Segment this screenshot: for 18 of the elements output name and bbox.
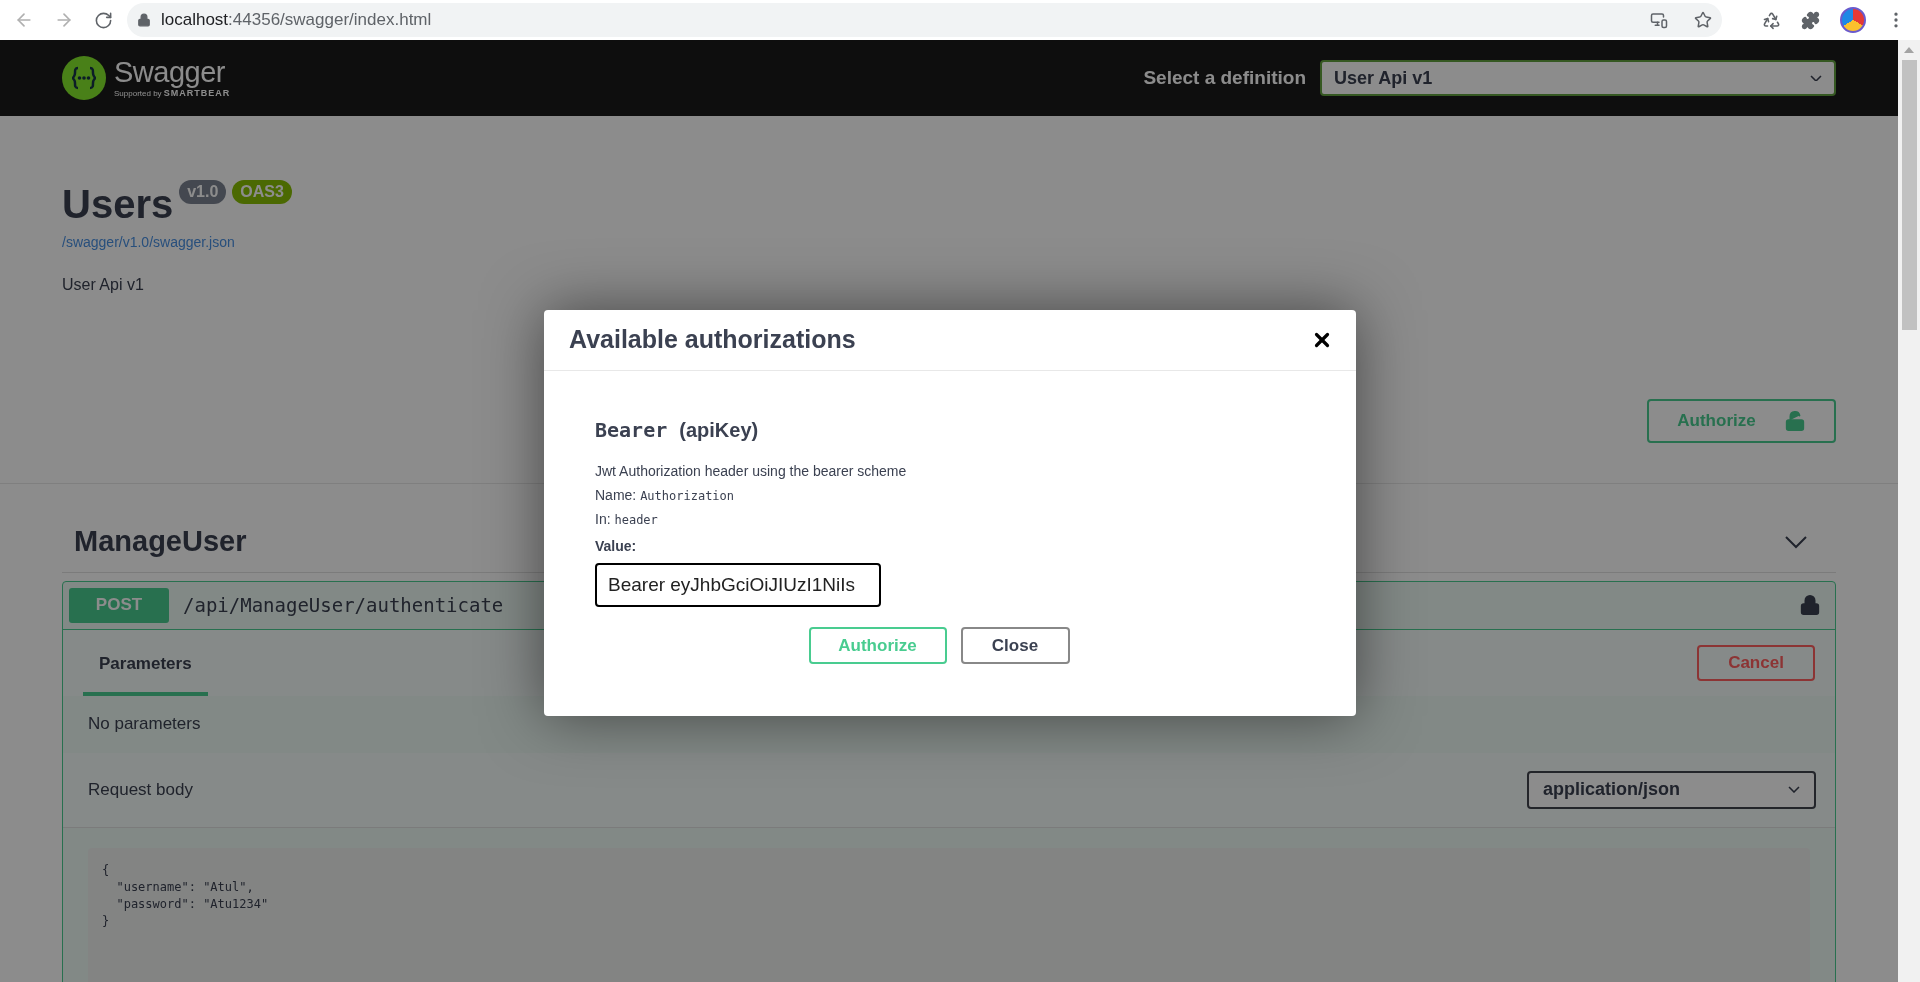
request-body-label: Request body	[88, 778, 193, 801]
scheme-title: Bearer (apiKey)	[595, 417, 759, 444]
endpoint-path: /api/ManageUser/authenticate	[183, 592, 504, 618]
version-badge: OAS3	[232, 180, 292, 204]
dialog-title: Available authorizations	[569, 324, 856, 356]
logo-subtitle: Supported by SMARTBEAR	[114, 89, 231, 98]
scheme-description: Jwt Authorization header using the bearer scheme	[595, 462, 907, 481]
definition-label: Select a definition	[1143, 65, 1306, 90]
logo-text: Swagger	[114, 58, 226, 87]
value-label: Value:	[595, 537, 637, 556]
api-description: User Api v1	[62, 275, 144, 295]
no-parameters-text: No parameters	[88, 713, 201, 736]
api-title: Users	[62, 181, 174, 228]
version-badge: v1.0	[179, 180, 227, 204]
url-text: localhost:44356/swagger/index.html	[161, 9, 433, 32]
method-badge: POST	[69, 587, 169, 623]
scheme-name: Name: Authorization	[595, 486, 735, 505]
scheme-location: In: header	[595, 510, 658, 529]
